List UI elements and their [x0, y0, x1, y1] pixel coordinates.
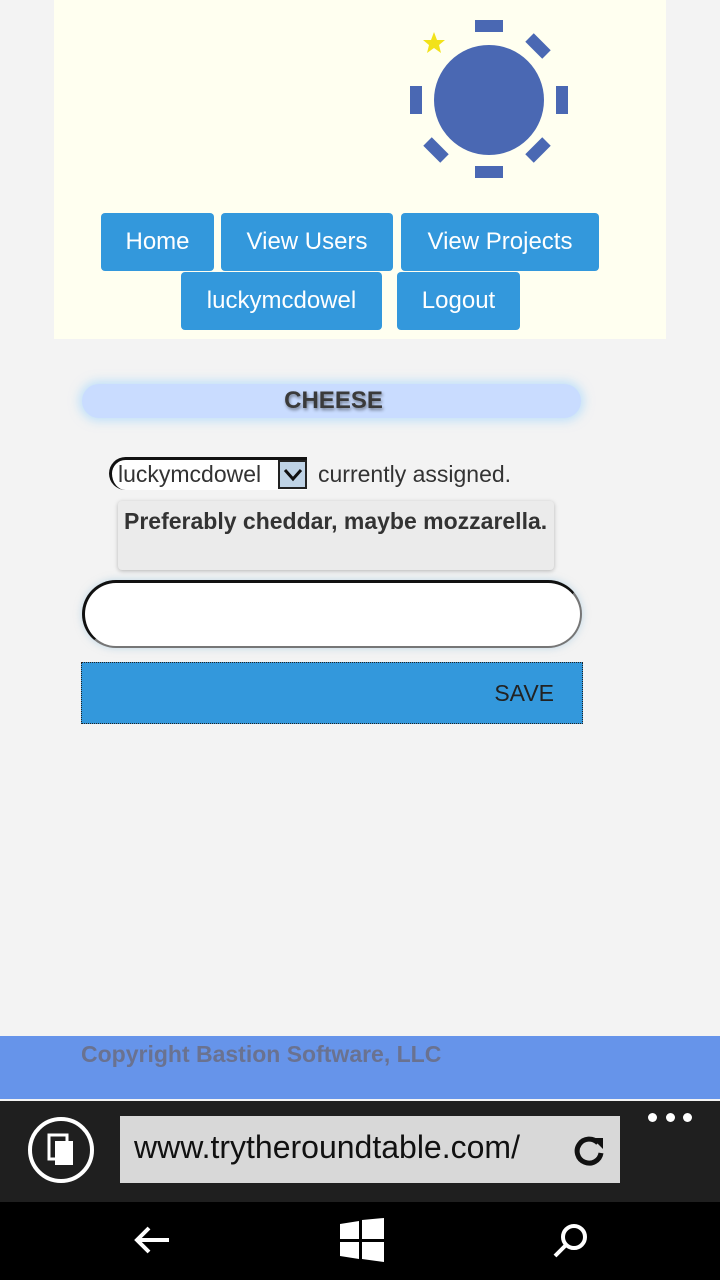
star-icon [423, 32, 445, 53]
system-nav-bar [0, 1202, 720, 1280]
assignee-select-value: luckymcdowel [118, 461, 262, 487]
comment-input[interactable] [82, 580, 582, 648]
nav-user-profile-button[interactable]: luckymcdowel [181, 272, 382, 330]
project-title: CHEESE [284, 387, 383, 414]
refresh-icon[interactable] [572, 1134, 606, 1168]
url-field[interactable]: www.trytheroundtable.com/ [120, 1116, 620, 1183]
nav-home-button[interactable]: Home [101, 213, 214, 271]
save-button[interactable]: SAVE [81, 662, 583, 724]
browser-address-bar: www.trytheroundtable.com/ [0, 1101, 720, 1202]
nav-view-projects-button[interactable]: View Projects [401, 213, 599, 271]
project-title-banner: CHEESE [82, 384, 581, 418]
tabs-icon[interactable] [27, 1116, 95, 1184]
copyright-text: Copyright Bastion Software, LLC [81, 1041, 442, 1067]
assignee-select[interactable]: luckymcdowel [109, 457, 307, 490]
nav-view-users-button[interactable]: View Users [221, 213, 393, 271]
nav-logout-button[interactable]: Logout [397, 272, 520, 330]
windows-icon[interactable] [340, 1218, 384, 1262]
chevron-down-icon[interactable] [278, 460, 307, 489]
assigned-status-text: currently assigned. [318, 461, 512, 487]
footer: Copyright Bastion Software, LLC [0, 1036, 720, 1099]
back-icon[interactable] [133, 1222, 171, 1260]
header-panel: Home View Users View Projects luckymcdow… [54, 0, 666, 339]
project-description: Preferably cheddar, maybe mozzarella. [118, 501, 554, 570]
search-icon[interactable] [552, 1222, 590, 1260]
round-table-logo-icon [410, 20, 568, 178]
save-button-label: SAVE [494, 679, 554, 706]
url-text: www.trytheroundtable.com/ [134, 1129, 520, 1165]
more-icon[interactable] [648, 1113, 692, 1127]
